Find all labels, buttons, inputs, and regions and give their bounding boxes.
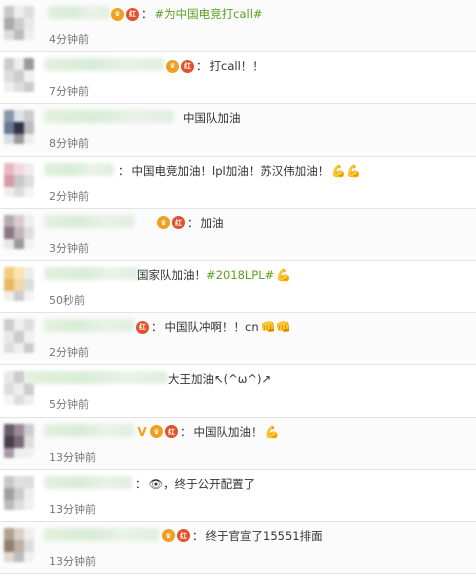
colon-separator: ： (196, 59, 208, 74)
username-redacted[interactable] (44, 214, 134, 228)
comment-text: 国家队加油！ (137, 267, 206, 282)
username-redacted[interactable] (44, 162, 114, 176)
colon-separator: ： (151, 320, 163, 335)
avatar[interactable] (4, 110, 34, 145)
comment-line: ♛ 红：终于官宣了15551排面 (162, 527, 323, 545)
emoji-icon: 💪💪 (331, 163, 362, 178)
red-badge-icon: 红 (165, 425, 178, 438)
comment-text: 👁，终于公开配置了 (148, 476, 256, 491)
comment-text: 打call！！ (209, 59, 264, 74)
comment-row: 国家队加油！ #2018LPL# 💪 50秒前 (0, 260, 476, 314)
comment-line: V ♛ 红：中国队加油！ 💪 (136, 423, 279, 441)
emoji-icon: 👊👊 (260, 320, 291, 335)
avatar[interactable] (4, 475, 34, 510)
comment-row: ： 👁，终于公开配置了 13分钟前 (0, 469, 476, 522)
comment-text: 中国队加油 (183, 111, 241, 126)
comment-timestamp: 7分钟前 (49, 85, 89, 99)
avatar[interactable] (4, 319, 34, 354)
red-badge-icon: 红 (181, 59, 194, 73)
comment-timestamp: 13分钟前 (49, 554, 96, 568)
comment-timestamp: 3分钟前 (49, 241, 89, 255)
comment-timestamp: 5分钟前 (49, 398, 89, 412)
vip-crown-icon: ♛ (111, 7, 124, 21)
username-redacted[interactable] (44, 266, 139, 280)
vip-crown-icon: ♛ (150, 425, 163, 438)
comment-timestamp: 4分钟前 (49, 33, 89, 46)
comment-timestamp: 2分钟前 (49, 189, 89, 203)
emoji-icon: 💪 (264, 424, 280, 439)
red-badge-icon: 红 (126, 7, 139, 21)
hashtag-link[interactable]: #为中国电竞打call# (155, 6, 263, 22)
vip-crown-icon: ♛ (162, 529, 175, 543)
comment-line: 大王加油↖(^ω^)↗ (168, 370, 271, 388)
comment-line: ：中国电竞加油！lpl加油！苏汉伟加油！ 💪💪 (118, 162, 361, 180)
username-redacted[interactable] (44, 475, 132, 489)
comment-line: 国家队加油！ #2018LPL# 💪 (137, 266, 291, 284)
comment-line: ♛ 红：加油 (157, 214, 224, 232)
vip-crown-icon: ♛ (157, 216, 170, 230)
comment-row: ♛ 红：加油 3分钟前 (0, 208, 476, 261)
avatar[interactable] (4, 423, 34, 458)
colon-separator: ： (118, 163, 130, 178)
comment-timestamp: 50秒前 (49, 293, 85, 307)
hashtag-link[interactable]: #2018LPL# (206, 268, 274, 282)
colon-separator: ： (180, 424, 192, 439)
username-redacted[interactable] (44, 423, 134, 437)
comment-timestamp: 13分钟前 (49, 502, 96, 516)
emoji-icon: 💪 (276, 267, 292, 282)
comment-row: V ♛ 红：中国队加油！ 💪 13分钟前 (0, 417, 476, 470)
verified-v-icon: V (137, 424, 147, 439)
comment-text: 中国队冲啊！！cn (164, 320, 259, 335)
colon-separator: ： (192, 528, 204, 543)
comment-row: 大王加油↖(^ω^)↗ 5分钟前 (0, 365, 476, 418)
colon-separator: ： (141, 7, 153, 21)
avatar[interactable] (4, 6, 34, 40)
comment-row: ♛ 红：终于官宣了15551排面 13分钟前 (0, 521, 476, 575)
comment-text: 加油 (200, 215, 224, 230)
comment-text: 中国队加油！ (193, 424, 263, 439)
comment-text: 中国电竞加油！lpl加油！苏汉伟加油！ (131, 163, 330, 178)
comment-line: ♛ 红：打call！！ (166, 57, 264, 75)
comment-text: 大王加油↖(^ω^)↗ (168, 372, 272, 387)
red-badge-icon: 红 (172, 216, 185, 230)
comment-feed: ♛ 红： #为中国电竞打call# 4分钟前 ♛ 红：打call！！ 7分钟前 中国队加油 8分… (0, 0, 476, 582)
comment-row: ：中国电竞加油！lpl加油！苏汉伟加油！ 💪💪 2分钟前 (0, 156, 476, 209)
comment-text: 终于官宣了15551排面 (205, 528, 323, 543)
username-redacted[interactable] (44, 110, 174, 124)
red-badge-icon: 红 (177, 529, 190, 543)
comment-line: ♛ 红： #为中国电竞打call# (111, 5, 263, 23)
comment-timestamp: 8分钟前 (49, 137, 89, 151)
username-redacted[interactable] (44, 527, 159, 541)
comment-timestamp: 13分钟前 (49, 450, 96, 464)
avatar[interactable] (4, 162, 34, 197)
avatar[interactable] (4, 266, 34, 301)
vip-crown-icon: ♛ (166, 59, 179, 73)
username-redacted[interactable] (44, 319, 134, 333)
colon-separator: ： (187, 215, 199, 230)
avatar[interactable] (4, 214, 34, 249)
comment-line: 红：中国队冲啊！！cn 👊👊 (136, 318, 291, 336)
comment-row: 中国队加油 8分钟前 (0, 104, 476, 157)
avatar[interactable] (4, 527, 34, 562)
avatar[interactable] (4, 58, 34, 93)
comment-row: ♛ 红：打call！！ 7分钟前 (0, 52, 476, 105)
username-redacted[interactable] (44, 58, 164, 72)
comment-timestamp: 2分钟前 (49, 346, 89, 360)
comment-line: ： 👁，终于公开配置了 (135, 475, 255, 493)
comment-row: 红：中国队冲啊！！cn 👊👊 2分钟前 (0, 313, 476, 366)
red-badge-icon: 红 (136, 320, 149, 334)
comment-row: ♛ 红： #为中国电竞打call# 4分钟前 (0, 0, 476, 53)
colon-separator: ： (135, 476, 147, 491)
username-redacted[interactable] (28, 371, 168, 385)
username-redacted[interactable] (48, 6, 110, 19)
comment-line: 中国队加油 (183, 109, 241, 127)
